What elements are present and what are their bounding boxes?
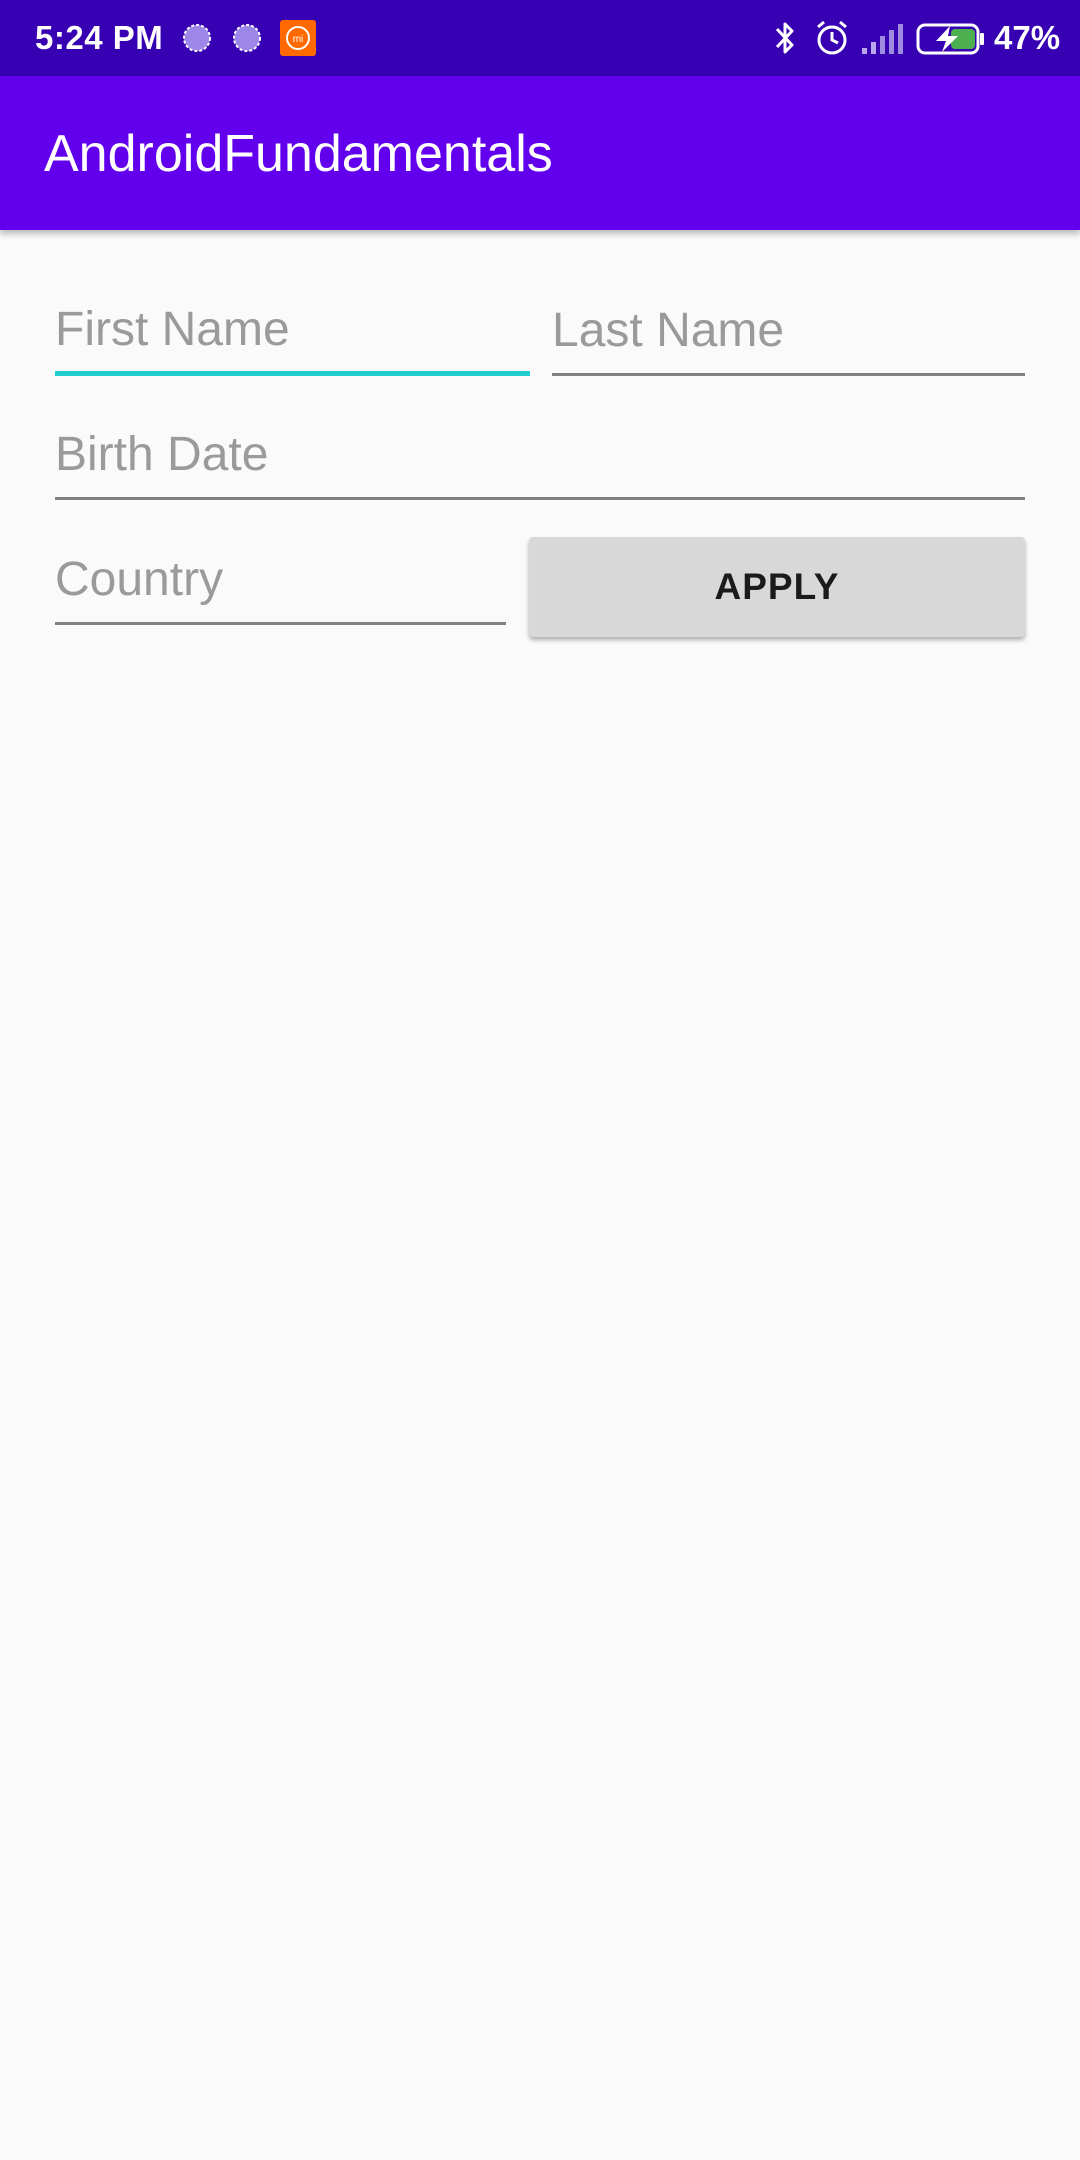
alarm-icon [817,20,847,55]
first-name-field [55,296,530,376]
signal-icon [862,24,903,54]
last-name-field [552,296,1025,376]
apply-button[interactable]: APPLY [529,537,1025,637]
purple-circle-icon [233,24,261,52]
last-name-input[interactable] [552,296,1025,376]
battery-charging-icon [916,23,984,55]
app-bar: AndroidFundamentals [0,76,1080,230]
status-time: 5:24 PM [35,19,164,56]
first-name-input[interactable] [55,296,530,376]
country-field [55,545,506,625]
birth-date-input[interactable] [55,420,1025,500]
country-input[interactable] [55,545,506,625]
app-title: AndroidFundamentals [44,125,553,183]
birth-date-field [55,420,1025,500]
status-bar: 5:24 PM mi 47% [0,0,1080,76]
battery-percent: 47% [994,19,1061,56]
mi-icon: mi [280,20,316,56]
purple-circle-icon [183,24,211,52]
bluetooth-icon [775,22,794,54]
svg-text:mi: mi [293,34,304,45]
